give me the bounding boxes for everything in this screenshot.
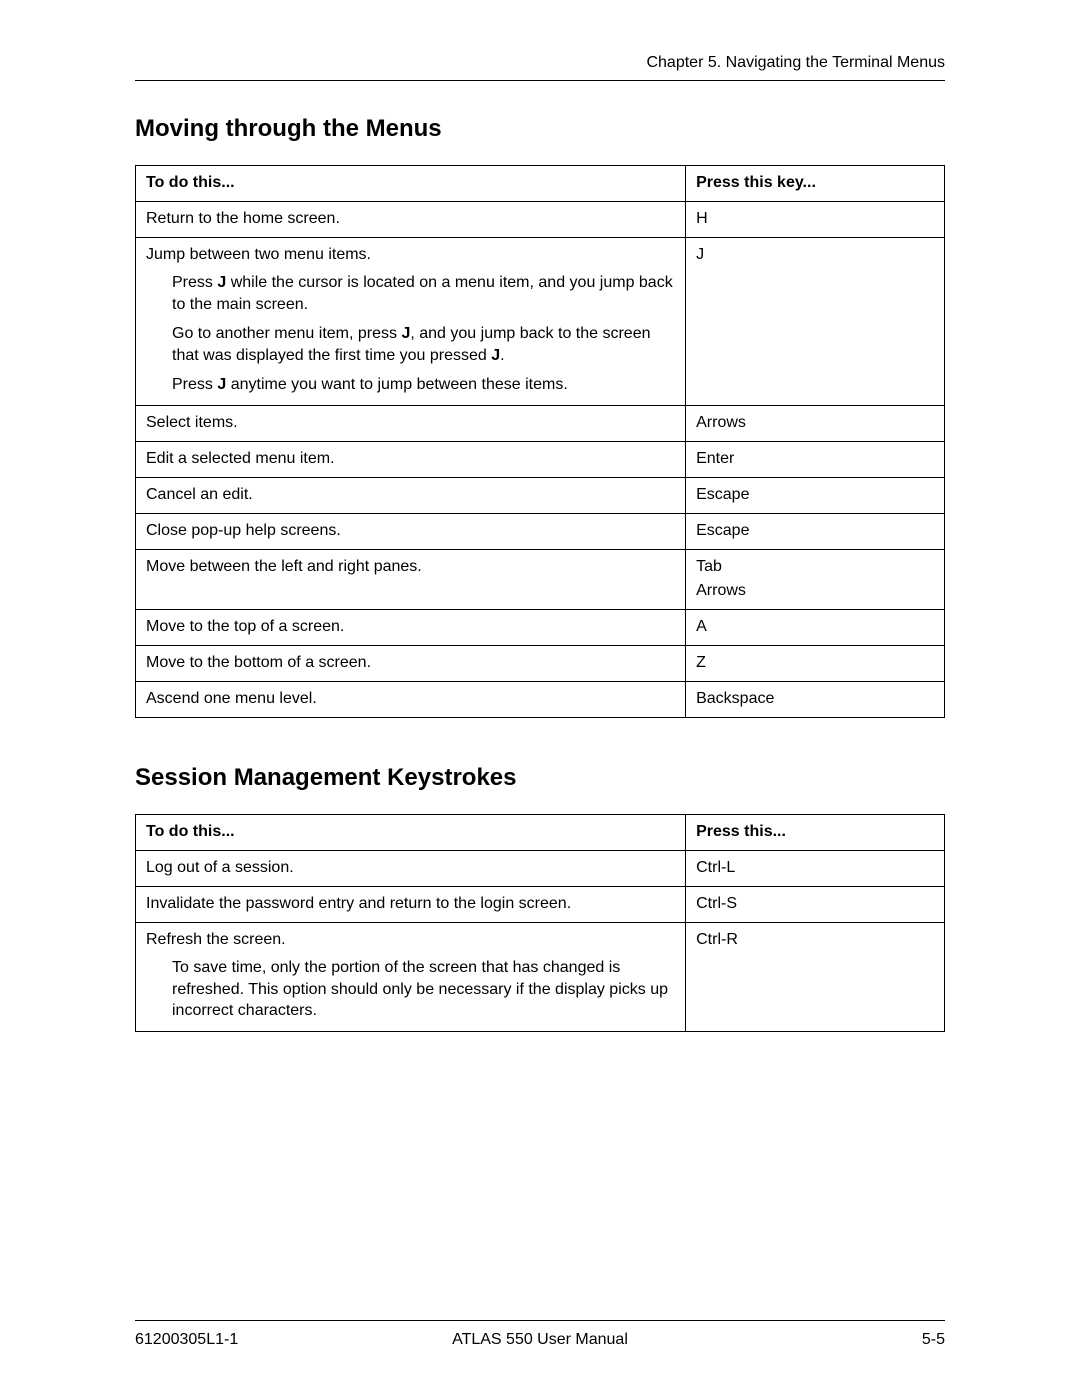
note-text: while the cursor is located on a menu it… [172, 274, 673, 313]
action-text: Jump between two menu items. [146, 246, 675, 264]
cell-key: Enter [686, 441, 945, 477]
note-text: Press [172, 376, 217, 393]
col-header-action: To do this... [136, 166, 686, 202]
cell-action: Invalidate the password entry and return… [136, 886, 686, 922]
note-text: Go to another menu item, press [172, 325, 401, 342]
cell-action: Return to the home screen. [136, 202, 686, 238]
key-bold: J [217, 376, 226, 393]
cell-action: Select items. [136, 405, 686, 441]
cell-action: Edit a selected menu item. [136, 441, 686, 477]
cell-key: H [686, 202, 945, 238]
section-title-session: Session Management Keystrokes [135, 764, 945, 792]
note-text: Press [172, 274, 217, 291]
table-row: Move to the bottom of a screen. Z [136, 645, 945, 681]
cell-key: A [686, 609, 945, 645]
cell-key: J [686, 238, 945, 406]
cell-action: Move between the left and right panes. [136, 549, 686, 609]
cell-key: Tab Arrows [686, 549, 945, 609]
cell-action: Log out of a session. [136, 850, 686, 886]
col-header-key: Press this... [686, 814, 945, 850]
table-row: Select items. Arrows [136, 405, 945, 441]
cell-key: Ctrl-L [686, 850, 945, 886]
table-header-row: To do this... Press this... [136, 814, 945, 850]
key-bold: J [217, 274, 226, 291]
footer-manual-title: ATLAS 550 User Manual [135, 1331, 945, 1349]
cell-key: Backspace [686, 681, 945, 717]
cell-action: Close pop-up help screens. [136, 513, 686, 549]
footer-doc-number: 61200305L1-1 [135, 1331, 238, 1349]
table-row: Close pop-up help screens. Escape [136, 513, 945, 549]
table-row: Return to the home screen. H [136, 202, 945, 238]
cell-action: Move to the top of a screen. [136, 609, 686, 645]
table-row: Move to the top of a screen. A [136, 609, 945, 645]
note-text: anytime you want to jump between these i… [226, 376, 568, 393]
cell-key: Arrows [686, 405, 945, 441]
col-header-key: Press this key... [686, 166, 945, 202]
cell-action: Refresh the screen. To save time, only t… [136, 922, 686, 1031]
action-note: To save time, only the portion of the sc… [172, 957, 675, 1022]
footer-page-number: 5-5 [922, 1331, 945, 1349]
key-text: Arrows [696, 582, 934, 600]
menu-navigation-table: To do this... Press this key... Return t… [135, 165, 945, 718]
col-header-action: To do this... [136, 814, 686, 850]
table-row: Refresh the screen. To save time, only t… [136, 922, 945, 1031]
action-note: Press J anytime you want to jump between… [172, 374, 675, 396]
manual-page: Chapter 5. Navigating the Terminal Menus… [0, 0, 1080, 1397]
table-row: Edit a selected menu item. Enter [136, 441, 945, 477]
cell-key: Ctrl-S [686, 886, 945, 922]
page-footer: 61200305L1-1 ATLAS 550 User Manual 5-5 [135, 1320, 945, 1349]
table-row: Invalidate the password entry and return… [136, 886, 945, 922]
session-keystrokes-table: To do this... Press this... Log out of a… [135, 814, 945, 1032]
cell-key: Z [686, 645, 945, 681]
action-note: Press J while the cursor is located on a… [172, 272, 675, 315]
table-row: Ascend one menu level. Backspace [136, 681, 945, 717]
action-note: Go to another menu item, press J, and yo… [172, 323, 675, 366]
cell-action: Jump between two menu items. Press J whi… [136, 238, 686, 406]
section-title-moving: Moving through the Menus [135, 115, 945, 143]
action-text: Refresh the screen. [146, 931, 675, 949]
table-header-row: To do this... Press this key... [136, 166, 945, 202]
chapter-header: Chapter 5. Navigating the Terminal Menus [135, 54, 945, 81]
cell-action: Move to the bottom of a screen. [136, 645, 686, 681]
table-row: Jump between two menu items. Press J whi… [136, 238, 945, 406]
key-text: Tab [696, 558, 934, 576]
cell-key: Ctrl-R [686, 922, 945, 1031]
cell-key: Escape [686, 477, 945, 513]
cell-action: Cancel an edit. [136, 477, 686, 513]
note-text: . [500, 347, 504, 364]
table-row: Move between the left and right panes. T… [136, 549, 945, 609]
cell-key: Escape [686, 513, 945, 549]
key-bold: J [491, 347, 500, 364]
table-row: Cancel an edit. Escape [136, 477, 945, 513]
cell-action: Ascend one menu level. [136, 681, 686, 717]
table-row: Log out of a session. Ctrl-L [136, 850, 945, 886]
